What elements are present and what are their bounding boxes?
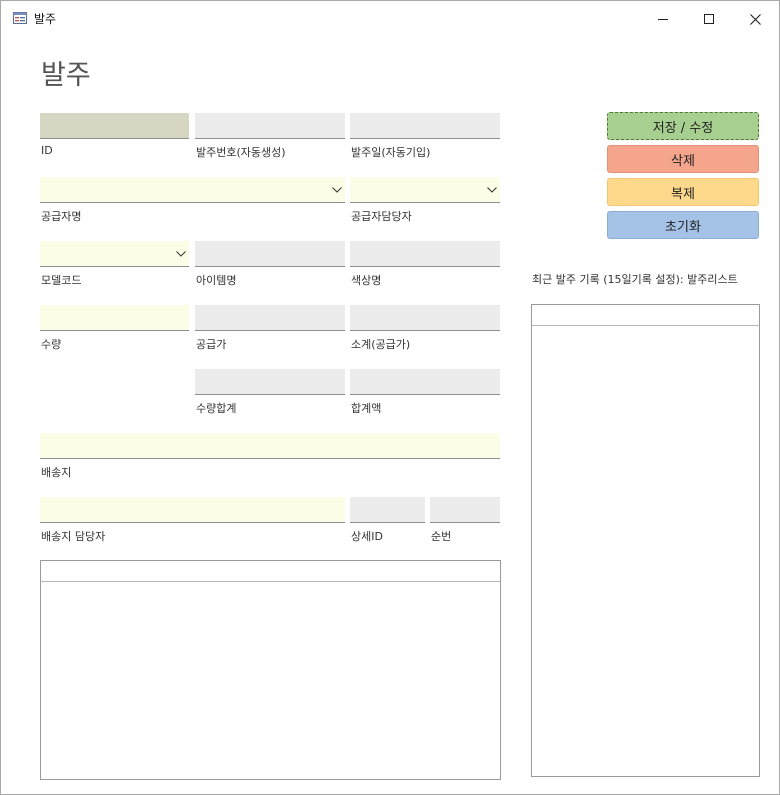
item-name-label: 아이템명 <box>196 274 237 287</box>
detail-id-field[interactable] <box>350 497 425 523</box>
order-number-label: 발주번호(자동생성) <box>196 146 286 159</box>
subtotal-label: 소계(공급가) <box>351 338 411 351</box>
save-button[interactable]: 저장 / 수정 <box>607 112 759 140</box>
detail-id-label: 상세ID <box>351 530 383 543</box>
id-label: ID <box>41 144 53 157</box>
supplier-contact-label: 공급자담당자 <box>351 210 412 223</box>
model-code-combo[interactable] <box>40 241 189 267</box>
ship-to-field[interactable] <box>40 433 500 459</box>
close-icon <box>749 13 761 25</box>
form-heading: 발주 <box>41 60 91 91</box>
delete-button[interactable]: 삭제 <box>607 145 759 173</box>
sequence-field[interactable] <box>430 497 500 523</box>
title-bar: 발주 <box>1 1 779 37</box>
recent-orders-list[interactable] <box>531 304 760 777</box>
quantity-total-field[interactable] <box>195 369 345 395</box>
total-amount-label: 합계액 <box>351 402 382 415</box>
item-name-field[interactable] <box>195 241 345 267</box>
window-title: 발주 <box>34 12 57 26</box>
duplicate-button[interactable]: 복제 <box>607 178 759 206</box>
order-number-field[interactable] <box>195 113 345 139</box>
supply-price-label: 공급가 <box>196 338 227 351</box>
subtotal-field[interactable] <box>350 305 500 331</box>
close-button[interactable] <box>732 1 778 37</box>
minimize-button[interactable] <box>640 1 686 37</box>
ship-contact-label: 배송지 담당자 <box>41 530 106 543</box>
quantity-total-label: 수량합계 <box>196 402 237 415</box>
recent-orders-label: 최근 발주 기록 (15일기록 설정): 발주리스트 <box>532 273 738 286</box>
ship-contact-field[interactable] <box>40 497 345 523</box>
ship-to-label: 배송지 <box>41 466 72 479</box>
reset-button[interactable]: 초기화 <box>607 211 759 239</box>
quantity-field[interactable] <box>40 305 189 331</box>
supplier-contact-combo[interactable] <box>350 177 500 203</box>
supplier-name-dropdown[interactable] <box>329 177 345 202</box>
supplier-contact-dropdown[interactable] <box>484 177 500 202</box>
order-date-field[interactable] <box>350 113 500 139</box>
order-date-label: 발주일(자동기입) <box>351 146 431 159</box>
chevron-down-icon <box>176 250 186 257</box>
quantity-label: 수량 <box>41 338 62 351</box>
maximize-button[interactable] <box>686 1 732 37</box>
total-amount-field[interactable] <box>350 369 500 395</box>
color-name-label: 색상명 <box>351 274 382 287</box>
supplier-name-combo[interactable] <box>40 177 345 203</box>
order-detail-list[interactable] <box>40 560 501 780</box>
chevron-down-icon <box>332 186 342 193</box>
model-code-label: 모델코드 <box>41 274 82 287</box>
minimize-icon <box>658 19 668 20</box>
form-icon <box>13 12 27 24</box>
order-detail-list-header <box>41 561 500 582</box>
supplier-name-label: 공급자명 <box>41 210 82 223</box>
order-form-window: 발주 발주 ID 발주번호(자동생성) 발주일(자동기입) 공급자명 공급자담당… <box>0 0 780 795</box>
supply-price-field[interactable] <box>195 305 345 331</box>
id-field[interactable] <box>40 113 189 139</box>
chevron-down-icon <box>487 186 497 193</box>
model-code-dropdown[interactable] <box>173 241 189 266</box>
sequence-label: 순번 <box>431 530 452 543</box>
recent-orders-list-header <box>532 305 759 326</box>
color-name-field[interactable] <box>350 241 500 267</box>
maximize-icon <box>704 14 714 24</box>
